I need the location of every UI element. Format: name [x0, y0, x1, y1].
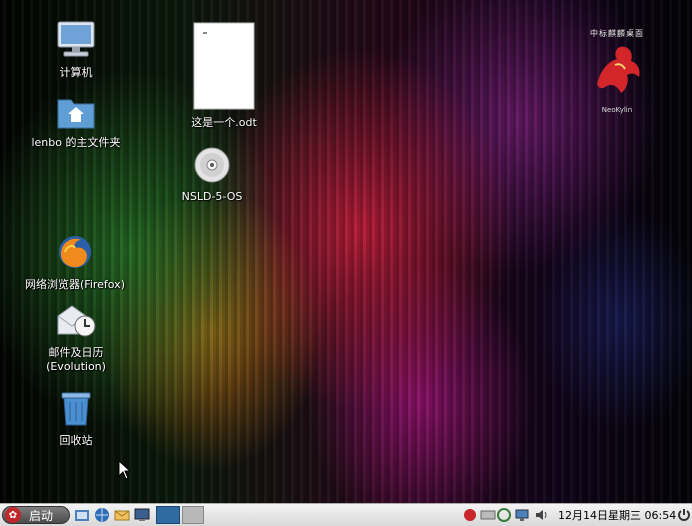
desktop-icon-computer[interactable]: 计算机	[50, 20, 102, 80]
tray-kylin[interactable]	[462, 506, 478, 524]
kylin-emblem-icon	[597, 46, 640, 93]
taskbar: ✿ 启动 12月14日星期三 06:54	[0, 503, 692, 526]
quicklaunch-mail[interactable]	[114, 506, 130, 524]
file-manager-icon	[75, 510, 89, 521]
power-icon	[678, 509, 690, 521]
home-folder-icon	[56, 94, 96, 133]
computer-icon	[55, 20, 97, 63]
cd-icon	[193, 146, 231, 187]
tray-update[interactable]	[496, 506, 512, 524]
brand-name: NeoKylin	[601, 106, 633, 114]
tray-input-method[interactable]	[480, 506, 496, 524]
network-icon	[515, 509, 529, 521]
monitor-icon	[134, 508, 150, 521]
mail-calendar-icon	[55, 302, 97, 343]
desktop-background: 计算机 lenbo 的主文件夹 网络浏览器(Firefox) 邮件及日历 (Ev…	[0, 0, 692, 503]
tray-volume[interactable]	[534, 506, 550, 524]
desktop-icon-trash[interactable]: 回收站	[50, 390, 102, 448]
browser-globe-icon	[95, 508, 109, 522]
desktop-icon-label: 计算机	[59, 66, 93, 79]
desktop-icon-label: 回收站	[59, 434, 93, 447]
document-icon	[193, 22, 255, 113]
desktop-icon-evolution[interactable]: 邮件及日历 (Evolution)	[30, 302, 122, 374]
desktop-icon-label: 这是一个.odt	[191, 116, 257, 129]
desktop-icon-label: lenbo 的主文件夹	[31, 136, 121, 149]
brand-title: 中标麒麟桌面	[590, 29, 644, 38]
desktop-icon-optical-disc[interactable]: NSLD-5-OS	[176, 146, 248, 204]
desktop-icon-label: 网络浏览器(Firefox)	[25, 278, 125, 291]
desktop-icon-firefox[interactable]: 网络浏览器(Firefox)	[14, 232, 136, 292]
volume-icon	[536, 510, 547, 520]
mouse-cursor-icon	[118, 460, 132, 480]
neokylin-logo: 中标麒麟桌面 NeoKylin	[582, 28, 652, 114]
desktop-icon-label: NSLD-5-OS	[181, 190, 243, 203]
start-menu-button[interactable]: ✿ 启动	[2, 506, 70, 524]
desktop-icon-home-folder[interactable]: lenbo 的主文件夹	[20, 94, 132, 150]
desktop-icon-odt-document[interactable]: 这是一个.odt	[180, 22, 268, 130]
quicklaunch-browser[interactable]	[94, 506, 110, 524]
desktop-icon-label: 邮件及日历 (Evolution)	[46, 346, 106, 373]
start-logo-icon: ✿	[5, 507, 21, 523]
trash-icon	[56, 390, 96, 431]
clock[interactable]: 12月14日星期三 06:54	[558, 506, 676, 524]
keyboard-icon	[480, 510, 496, 520]
power-button[interactable]	[676, 506, 692, 524]
quicklaunch-file-manager[interactable]	[74, 506, 90, 524]
firefox-icon	[55, 232, 95, 275]
update-icon	[497, 508, 511, 522]
mail-icon	[114, 510, 130, 521]
kylin-tray-icon	[464, 509, 476, 521]
workspace-2[interactable]	[182, 506, 204, 524]
quicklaunch-terminal[interactable]	[134, 506, 150, 524]
workspace-1[interactable]	[156, 506, 180, 524]
tray-network[interactable]	[514, 506, 530, 524]
start-button-label: 启动	[29, 508, 54, 523]
